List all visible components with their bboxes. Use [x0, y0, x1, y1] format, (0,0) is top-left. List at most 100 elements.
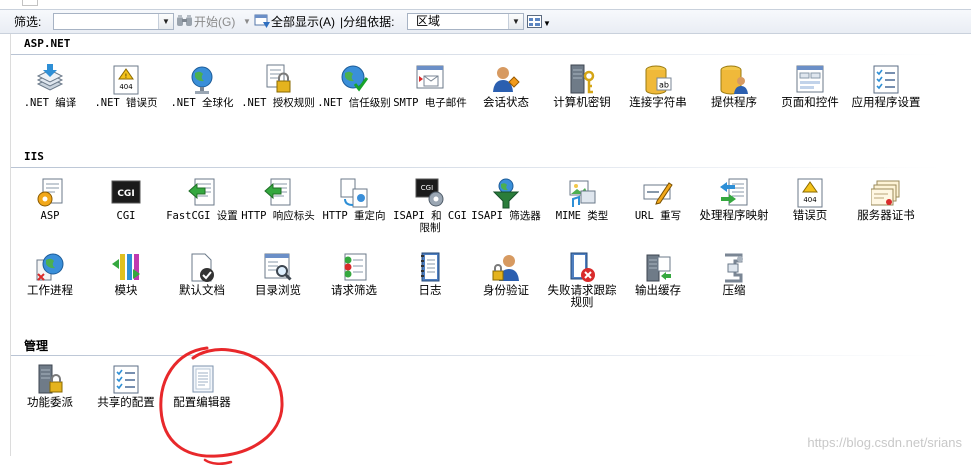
- feature-shared-configuration[interactable]: 共享的配置: [87, 364, 165, 434]
- item-label: 模块: [114, 285, 138, 297]
- feature-cgi[interactable]: CGI CGI: [87, 177, 165, 247]
- group-by-combobox[interactable]: 区域 ▼: [407, 13, 524, 30]
- globe-icon: [191, 66, 213, 94]
- feature-worker-processes[interactable]: 工作进程: [11, 252, 89, 322]
- svg-text:404: 404: [119, 83, 133, 91]
- feature-handler-mappings[interactable]: 处理程序映射: [695, 177, 773, 247]
- window-fragment: [22, 0, 38, 6]
- section-title-aspnet: ASP.NET: [24, 37, 71, 50]
- feature-default-document[interactable]: 默认文档: [163, 252, 241, 322]
- item-label: .NET 全球化: [170, 97, 234, 109]
- start-button[interactable]: 开始(G): [176, 14, 235, 30]
- item-label: 配置编辑器: [173, 397, 231, 409]
- item-label: 默认文档: [179, 285, 225, 297]
- feature-directory-browsing[interactable]: 目录浏览: [239, 252, 317, 322]
- group-by-value: 区域: [416, 14, 441, 28]
- feature-application-settings[interactable]: 应用程序设置: [847, 64, 925, 134]
- redirect-icon: [340, 178, 368, 208]
- svg-text:CGI: CGI: [421, 184, 433, 192]
- item-label: 压缩: [722, 285, 746, 297]
- feature-net-trust-levels[interactable]: .NET 信任级别: [315, 64, 393, 134]
- feature-http-redirect[interactable]: HTTP 重定向: [315, 177, 393, 247]
- feature-server-certificates[interactable]: 服务器证书: [847, 177, 925, 247]
- server-key-icon: [570, 64, 595, 94]
- feature-modules[interactable]: 模块: [87, 252, 165, 322]
- feature-error-pages[interactable]: 404 错误页: [771, 177, 849, 247]
- item-label: FastCGI 设置: [166, 210, 238, 222]
- stack-down-arrow-icon: [36, 64, 64, 91]
- worker-process-globe-icon: [36, 253, 64, 281]
- item-label: .NET 编译: [23, 97, 77, 109]
- view-dropdown-arrow-icon: ▼: [543, 19, 551, 28]
- show-all-button[interactable]: 全部显示(A): [254, 14, 335, 30]
- output-cache-icon: [646, 254, 671, 282]
- feature-output-caching[interactable]: 输出缓存: [619, 252, 697, 322]
- item-label: .NET 错误页: [94, 97, 158, 109]
- feature-request-filtering[interactable]: 请求筛选: [315, 252, 393, 322]
- item-label: SMTP 电子邮件: [393, 97, 467, 109]
- feature-isapi-cgi-restrictions[interactable]: CGI ISAPI 和 CGI 限制: [391, 177, 469, 247]
- section-divider: [11, 167, 941, 168]
- feature-logging[interactable]: 日志: [391, 252, 469, 322]
- feature-asp[interactable]: ASP: [11, 177, 89, 247]
- feature-net-globalization[interactable]: .NET 全球化: [163, 64, 241, 134]
- item-label: 应用程序设置: [851, 97, 921, 109]
- svg-text:!: !: [125, 73, 127, 80]
- group-by-dropdown-arrow-icon[interactable]: ▼: [508, 14, 523, 29]
- feature-http-response-headers[interactable]: HTTP 响应标头: [239, 177, 317, 247]
- feature-fastcgi-settings[interactable]: FastCGI 设置: [163, 177, 241, 247]
- feature-net-authorization-rules[interactable]: .NET 授权规则: [239, 64, 317, 134]
- item-label: 计算机密钥: [553, 97, 611, 109]
- feature-pages-and-controls[interactable]: 页面和控件: [771, 64, 849, 134]
- feature-mime-types[interactable]: MIME 类型: [543, 177, 621, 247]
- filter-dropdown-arrow-icon[interactable]: ▼: [158, 14, 173, 29]
- feature-authentication[interactable]: 身份验证: [467, 252, 545, 322]
- feature-url-rewrite[interactable]: URL 重写: [619, 177, 697, 247]
- feature-connection-strings[interactable]: ab 连接字符串: [619, 64, 697, 134]
- database-user-icon: [720, 65, 748, 95]
- mime-media-icon: [569, 180, 596, 207]
- feature-providers[interactable]: 提供程序: [695, 64, 773, 134]
- feature-session-state[interactable]: 会话状态: [467, 64, 545, 134]
- page-controls-icon: [796, 65, 824, 93]
- item-label: URL 重写: [634, 210, 682, 222]
- directory-magnifier-icon: [264, 253, 292, 281]
- error-404-icon: 404: [797, 178, 823, 208]
- log-book-icon: [421, 252, 440, 282]
- feature-feature-delegation[interactable]: 功能委派: [11, 364, 89, 434]
- view-mode-button[interactable]: ▼: [527, 14, 551, 30]
- item-label: 失败请求跟踪规则: [547, 285, 617, 309]
- start-dropdown-arrow-icon[interactable]: ▼: [243, 14, 251, 30]
- feature-machine-key[interactable]: 计算机密钥: [543, 64, 621, 134]
- database-ab-icon: ab: [645, 65, 672, 95]
- feature-net-error-pages[interactable]: ! 404 .NET 错误页: [87, 64, 165, 134]
- filter-combobox[interactable]: ▼: [53, 13, 174, 30]
- feature-isapi-filters[interactable]: ISAPI 筛选器: [467, 177, 545, 247]
- item-label: 输出缓存: [635, 285, 681, 297]
- shared-config-checklist-icon: [113, 365, 139, 394]
- feature-smtp-email[interactable]: SMTP 电子邮件: [391, 64, 469, 134]
- isapi-gear-icon: CGI: [415, 178, 444, 207]
- show-all-label: 全部显示(A): [271, 15, 335, 29]
- error-404-page-icon: ! 404: [113, 65, 139, 95]
- item-label: ASP: [40, 210, 60, 222]
- item-label: 请求筛选: [331, 285, 377, 297]
- item-label: HTTP 响应标头: [241, 210, 315, 222]
- feature-configuration-editor[interactable]: 配置编辑器: [163, 364, 241, 434]
- fastcgi-arrow-icon: [188, 178, 215, 206]
- lock-document-icon: [266, 64, 291, 93]
- binoculars-icon: [177, 15, 192, 26]
- email-window-icon: [416, 65, 444, 89]
- feature-net-compilation[interactable]: .NET 编译: [11, 64, 89, 134]
- item-label: HTTP 重定向: [322, 210, 386, 222]
- features-toolbar: 筛选: ▼ 开始(G) ▼ 全部显示(A) |分组依据: 区域 ▼ ▼: [0, 9, 971, 34]
- globe-checkmark-icon: [341, 65, 369, 92]
- section-title-management: 管理: [24, 339, 49, 353]
- item-label: 提供程序: [711, 97, 757, 109]
- feature-failed-request-tracing-rules[interactable]: 失败请求跟踪规则: [543, 252, 621, 322]
- funnel-globe-icon: [492, 178, 520, 209]
- feature-compression[interactable]: 压缩: [695, 252, 773, 322]
- section-divider: [11, 355, 941, 356]
- config-editor-document-icon: [192, 365, 214, 393]
- certificates-icon: [871, 180, 900, 206]
